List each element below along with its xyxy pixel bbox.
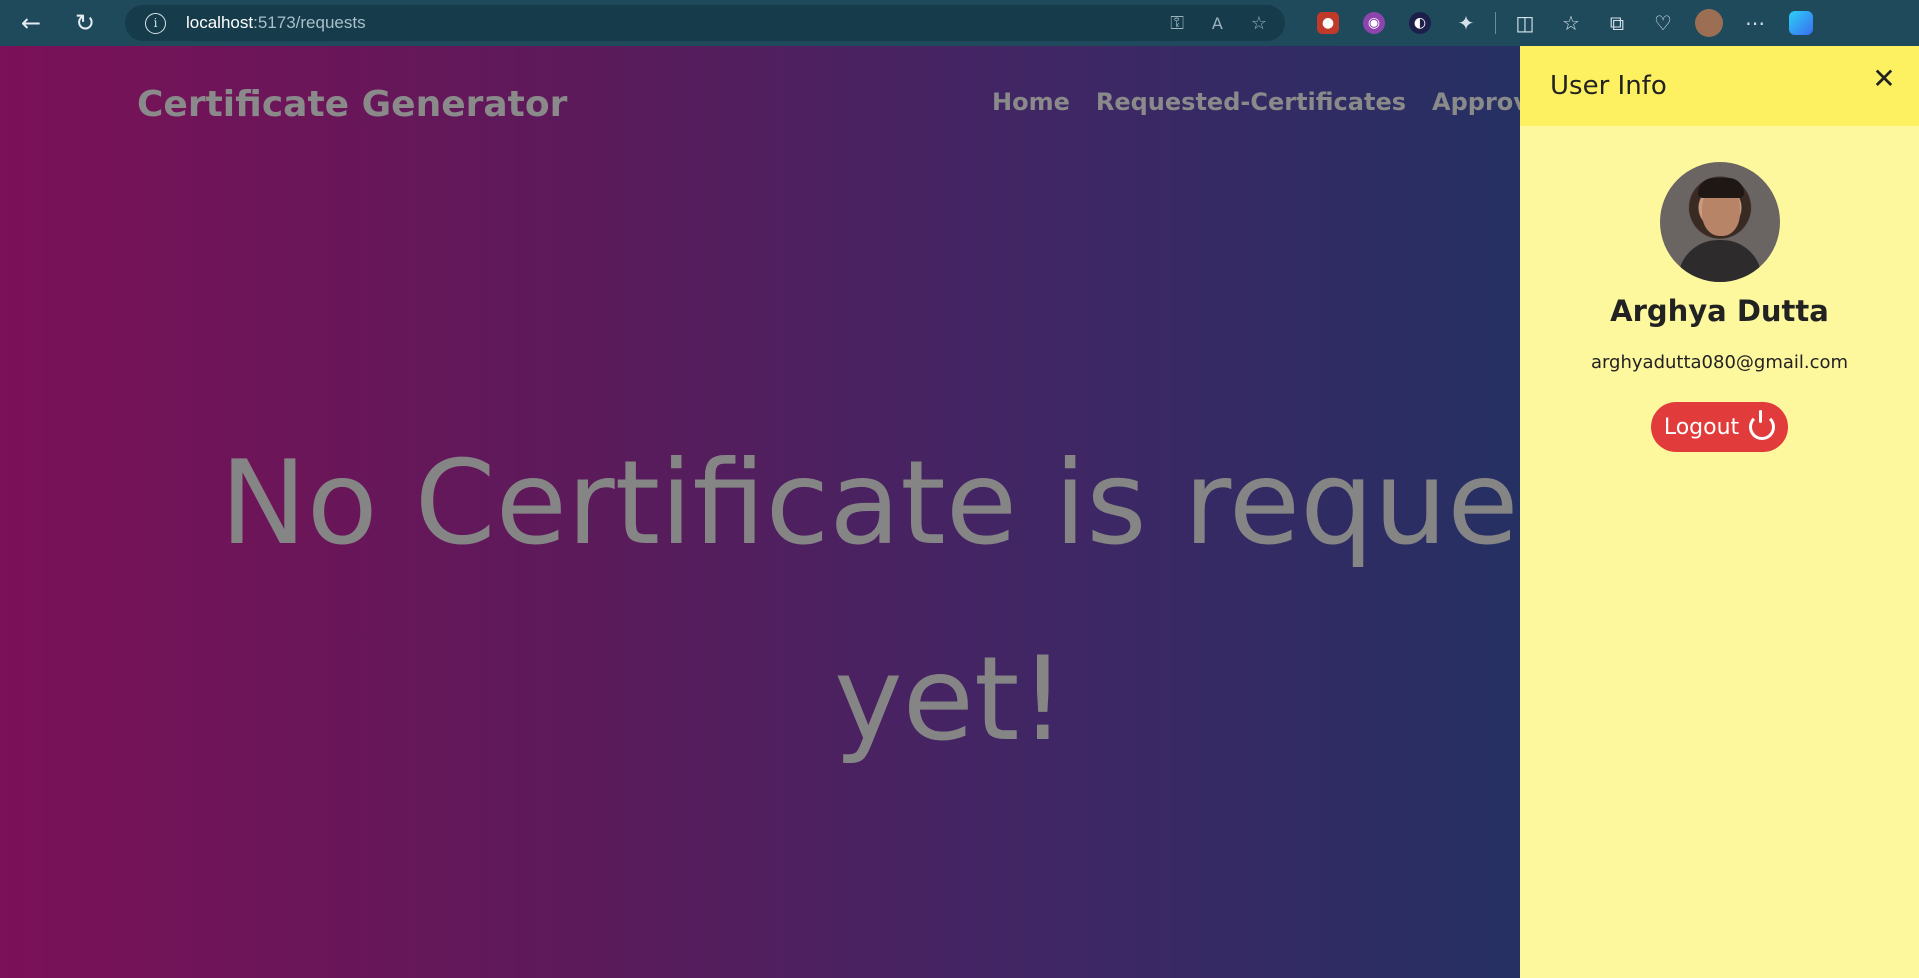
toolbar-divider xyxy=(1495,12,1496,34)
profile-icon[interactable] xyxy=(1686,0,1732,46)
user-name: Arghya Dutta xyxy=(1610,294,1829,328)
nav-requested-certificates[interactable]: Requested-Certificates xyxy=(1096,88,1406,116)
read-aloud-icon[interactable]: A xyxy=(1212,14,1223,33)
drawer-title: User Info xyxy=(1550,71,1667,101)
drawer-header: User Info ✕ xyxy=(1520,46,1919,126)
nav-approved-certificates[interactable]: Approved-C xyxy=(1432,88,1520,116)
empty-message-line1: No Certificate is request xyxy=(220,436,1520,571)
brand-title[interactable]: Certificate Generator xyxy=(137,84,567,125)
logout-label: Logout xyxy=(1663,414,1740,440)
extension-icon[interactable]: ✦ xyxy=(1443,0,1489,46)
extension-red-icon[interactable]: ● xyxy=(1317,12,1339,34)
close-icon[interactable]: ✕ xyxy=(1871,65,1897,93)
extension-purple-icon[interactable]: ◉ xyxy=(1363,12,1385,34)
back-icon[interactable]: ← xyxy=(4,0,58,46)
power-icon xyxy=(1749,410,1776,440)
more-icon[interactable]: ⋯ xyxy=(1732,0,1778,46)
address-bar[interactable]: i localhost:5173/requests ⚿ A ☆ xyxy=(125,5,1285,41)
user-info-drawer: User Info ✕ Arghya Dutta arghyadutta080@… xyxy=(1520,46,1919,978)
copilot-icon[interactable] xyxy=(1778,0,1824,46)
key-icon[interactable]: ⚿ xyxy=(1170,13,1184,34)
health-icon[interactable]: ♡ xyxy=(1640,0,1686,46)
extension-dark-icon[interactable]: ◐ xyxy=(1409,12,1431,34)
nav-home[interactable]: Home xyxy=(992,88,1070,116)
page-background: Certificate Generator Home Requested-Cer… xyxy=(0,46,1520,978)
avatar xyxy=(1660,162,1780,282)
favorites-icon[interactable]: ☆ xyxy=(1548,0,1594,46)
browser-toolbar: ← ↻ i localhost:5173/requests ⚿ A ☆ ● ◉ … xyxy=(0,0,1919,46)
split-screen-icon[interactable]: ◫ xyxy=(1502,0,1548,46)
refresh-icon[interactable]: ↻ xyxy=(58,0,112,46)
empty-state-message: No Certificate is request yet! xyxy=(0,406,1520,798)
favorite-icon[interactable]: ☆ xyxy=(1251,13,1267,34)
collections-icon[interactable]: ⧉ xyxy=(1594,0,1640,46)
url-text[interactable]: localhost:5173/requests xyxy=(186,13,366,33)
info-icon[interactable]: i xyxy=(145,12,166,34)
empty-message-line2: yet! xyxy=(834,632,1066,767)
user-email: arghyadutta080@gmail.com xyxy=(1590,352,1849,373)
logout-button[interactable]: Logout xyxy=(1651,402,1788,452)
main-nav: Home Requested-Certificates Approved-C xyxy=(992,88,1520,116)
